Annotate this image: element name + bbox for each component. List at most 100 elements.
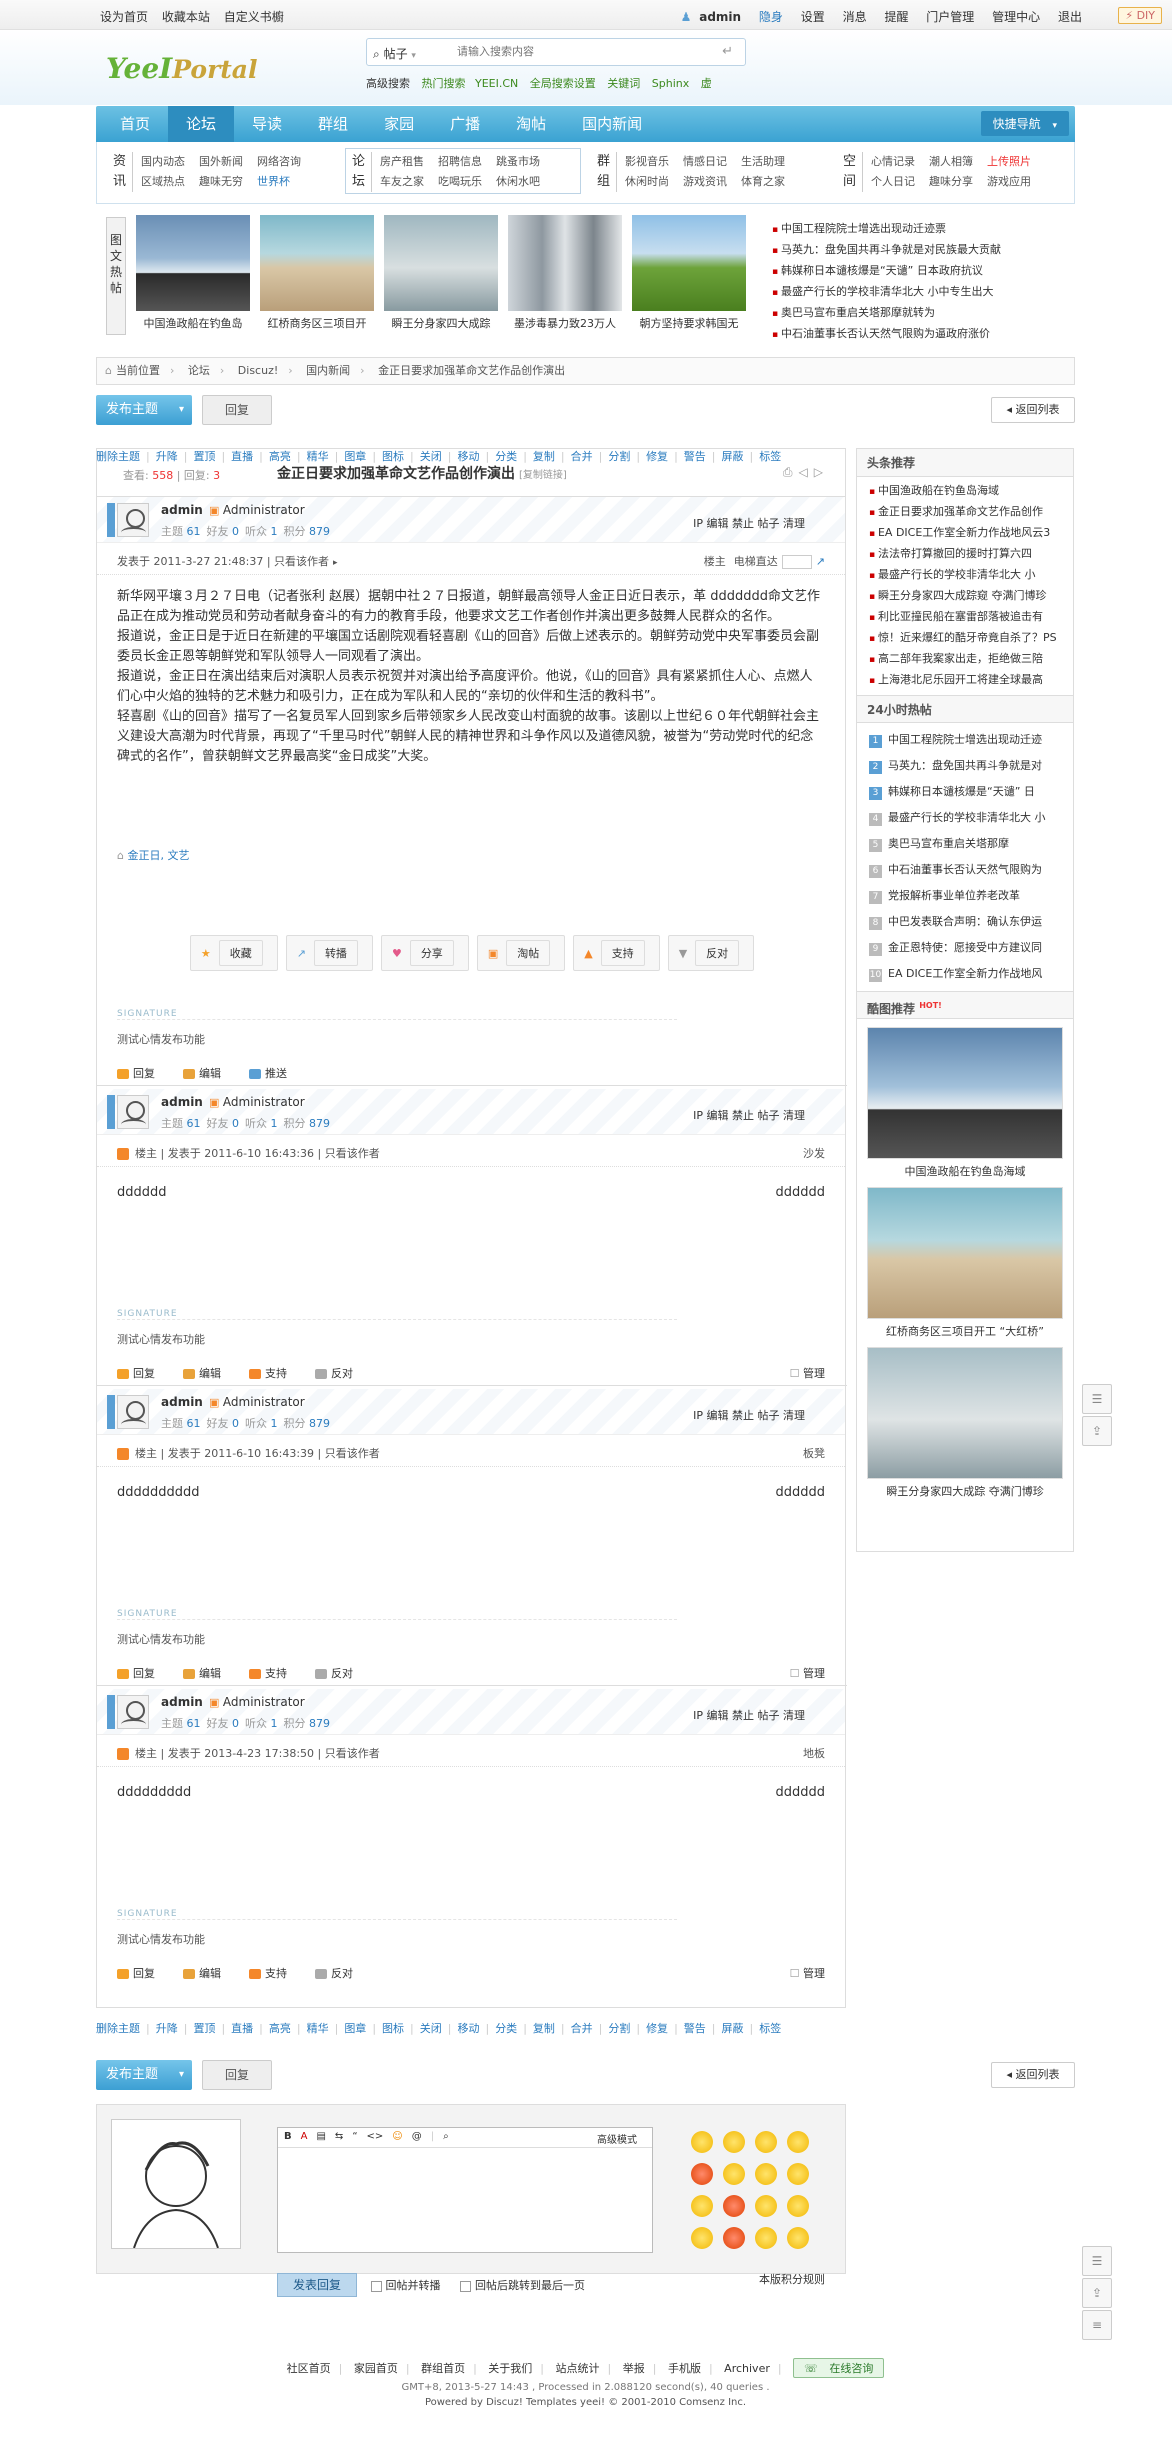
settings-link[interactable]: 设置 — [801, 10, 825, 24]
edit-button[interactable]: 编辑 — [183, 1967, 235, 1980]
admin-tool-link[interactable]: 修复 — [646, 2022, 668, 2035]
print-icon[interactable]: ⎙ — [783, 465, 799, 479]
stat-value[interactable]: 1 — [271, 525, 278, 538]
reply-button[interactable]: 回复 — [117, 1667, 169, 1680]
admin-center-link[interactable]: 管理中心 — [992, 10, 1040, 24]
floor-seat[interactable]: 板凳 — [803, 1445, 825, 1461]
admin-tool-link[interactable]: 标签 — [759, 2022, 781, 2035]
admin-tool-link[interactable]: 高亮 — [269, 2022, 291, 2035]
hot-pic-item[interactable]: 红桥商务区三项目开 — [260, 215, 374, 331]
rank-item[interactable]: 3 韩媒称日本谴核爆是“天谴” 日 — [857, 779, 1073, 805]
subnav-link[interactable]: 趣味分享 — [929, 172, 987, 192]
quote-icon[interactable]: “ — [352, 2131, 357, 2142]
float-list-icon[interactable]: ≡ — [1082, 2310, 1112, 2340]
stat-value[interactable]: 879 — [309, 525, 330, 538]
float-top-icon[interactable]: ⇪ — [1082, 1416, 1112, 1446]
advanced-mode-link[interactable]: 高级模式 — [597, 2131, 637, 2146]
nav-item-group[interactable]: 群组 — [300, 106, 366, 142]
admin-tool-link[interactable]: 升降 — [156, 2022, 178, 2035]
back-to-list-button[interactable]: ◂ 返回列表 — [991, 397, 1075, 423]
footer-link[interactable]: 关于我们 — [488, 2362, 532, 2375]
search-submit-icon[interactable]: ↵ — [722, 44, 733, 59]
stat-value[interactable]: 61 — [187, 1117, 201, 1130]
support-button[interactable]: 支持 — [249, 1967, 301, 1980]
stat-value[interactable]: 1 — [271, 1717, 278, 1730]
hot-word[interactable]: 关键词 — [607, 77, 640, 90]
stat-value[interactable]: 879 — [309, 1717, 330, 1730]
list-item[interactable]: 利比亚撞民船在塞雷部落被追击有 — [857, 607, 1073, 628]
footer-link[interactable]: 站点统计 — [556, 2362, 600, 2375]
breadcrumb-item[interactable]: 金正日要求加强革命文艺作品创作演出 — [378, 364, 565, 377]
subnav-link[interactable]: 个人日记 — [871, 172, 929, 192]
rank-item[interactable]: 10 EA DICE工作室全新力作战地风 — [857, 961, 1073, 987]
smiley-icon[interactable] — [723, 2227, 745, 2249]
list-item[interactable]: 韩媒称日本谴核爆是“天谴” 日本政府抗议 — [772, 261, 1072, 282]
post-thread-button[interactable]: 发布主题 — [96, 2060, 192, 2090]
post-ops-links[interactable]: IP 编辑 禁止 帖子 清理 — [693, 515, 805, 531]
floor-seat[interactable]: 地板 — [803, 1745, 825, 1761]
smiley-icon[interactable] — [691, 2195, 713, 2217]
subnav-link[interactable]: 世界杯 — [257, 172, 315, 192]
support-button[interactable]: 支持 — [249, 1667, 301, 1680]
bookmark-link[interactable]: 收藏本站 — [162, 10, 210, 24]
image-icon[interactable]: ▤ — [316, 2131, 325, 2142]
jump-input[interactable] — [781, 555, 812, 569]
list-item[interactable]: 中国工程院院士增选出现动迁迹票 — [772, 219, 1072, 240]
list-item[interactable]: 奥巴马宣布重启关塔那摩就转为 — [772, 303, 1072, 324]
breadcrumb-item[interactable]: 论坛 — [188, 364, 210, 377]
admin-tool-link[interactable]: 移动 — [457, 2022, 479, 2035]
admin-tool-link[interactable]: 图章 — [344, 2022, 366, 2035]
hot-pic-item[interactable]: 中国渔政船在钓鱼岛 — [136, 215, 250, 331]
float-chat-icon[interactable]: ☰ — [1082, 2246, 1112, 2276]
stat-value[interactable]: 61 — [187, 525, 201, 538]
smiley-icon[interactable] — [723, 2131, 745, 2153]
share-button[interactable]: ↗ 转播 — [285, 935, 373, 971]
support-button[interactable]: 支持 — [249, 1367, 301, 1380]
avatar[interactable] — [117, 1395, 149, 1429]
list-item[interactable]: 瞬王分身家四大成踪窥 夺满门博珍 — [857, 586, 1073, 607]
nav-item-collection[interactable]: 淘帖 — [498, 106, 564, 142]
avatar[interactable] — [117, 1095, 149, 1129]
subnav-link[interactable]: 游戏资讯 — [683, 172, 741, 192]
rank-item[interactable]: 2 马英九：盘免国共再斗争就是对 — [857, 753, 1073, 779]
footer-link[interactable]: 家园首页 — [354, 2362, 398, 2375]
smiley-icon[interactable] — [787, 2195, 809, 2217]
stat-value[interactable]: 879 — [309, 1417, 330, 1430]
nav-item-broadcast[interactable]: 广播 — [432, 106, 498, 142]
post-ops-links[interactable]: IP 编辑 禁止 帖子 清理 — [693, 1407, 805, 1423]
footer-link[interactable]: 社区首页 — [287, 2362, 331, 2375]
footer-link[interactable]: 手机版 — [668, 2362, 701, 2375]
admin-tool-link[interactable]: 关闭 — [420, 2022, 442, 2035]
username-link[interactable]: admin — [699, 10, 741, 24]
reply-button[interactable]: 回复 — [117, 1067, 169, 1080]
list-item[interactable]: 金正日要求加强革命文艺作品创作 — [857, 502, 1073, 523]
only-author-link[interactable]: 只看该作者 — [325, 1447, 380, 1460]
author-name[interactable]: admin — [161, 1695, 203, 1709]
stat-value[interactable]: 61 — [187, 1417, 201, 1430]
post-tags[interactable]: 金正日, 文艺 — [117, 847, 189, 863]
subnav-link[interactable]: 上传照片 — [987, 152, 1045, 172]
repost-checkbox[interactable] — [370, 2280, 382, 2292]
hot-word[interactable]: Sphinx — [652, 77, 689, 90]
sidebar-pic-item[interactable]: 红桥商务区三项目开工 “大红桥” — [857, 1187, 1073, 1339]
list-item[interactable]: 最盛产行长的学校非清华北大 小 — [857, 565, 1073, 586]
oppose-button[interactable]: 反对 — [315, 1967, 367, 1980]
hot-pic-item[interactable]: 朝方坚持要求韩国无 — [632, 215, 746, 331]
hide-link[interactable]: 隐身 — [759, 10, 783, 24]
stat-value[interactable]: 1 — [271, 1417, 278, 1430]
portal-manage-link[interactable]: 门户管理 — [926, 10, 974, 24]
search-type-select[interactable]: ⌕ 帖子 ▾ — [373, 45, 416, 62]
admin-tool-link[interactable]: 分类 — [495, 2022, 517, 2035]
admin-tool-link[interactable]: 分割 — [608, 2022, 630, 2035]
breadcrumb-item[interactable]: 国内新闻 — [306, 364, 350, 377]
footer-link[interactable]: 群组首页 — [421, 2362, 465, 2375]
down-arrow-button[interactable]: ▼ 反对 — [667, 935, 755, 971]
oppose-button[interactable]: 反对 — [315, 1667, 367, 1680]
quick-nav-button[interactable]: 快捷导航 ▾ — [980, 111, 1069, 136]
next-icon[interactable]: ▷ — [814, 465, 829, 479]
admin-tool-link[interactable]: 删除主题 — [96, 2022, 140, 2035]
subnav-link[interactable]: 趣味无穷 — [199, 172, 257, 192]
post-thread-button[interactable]: 发布主题 — [96, 395, 192, 425]
rank-item[interactable]: 1 中国工程院院士增选出现动迁迹 — [857, 727, 1073, 753]
list-item[interactable]: 惊！近来爆红的酷牙帝竟自杀了？PS — [857, 628, 1073, 649]
